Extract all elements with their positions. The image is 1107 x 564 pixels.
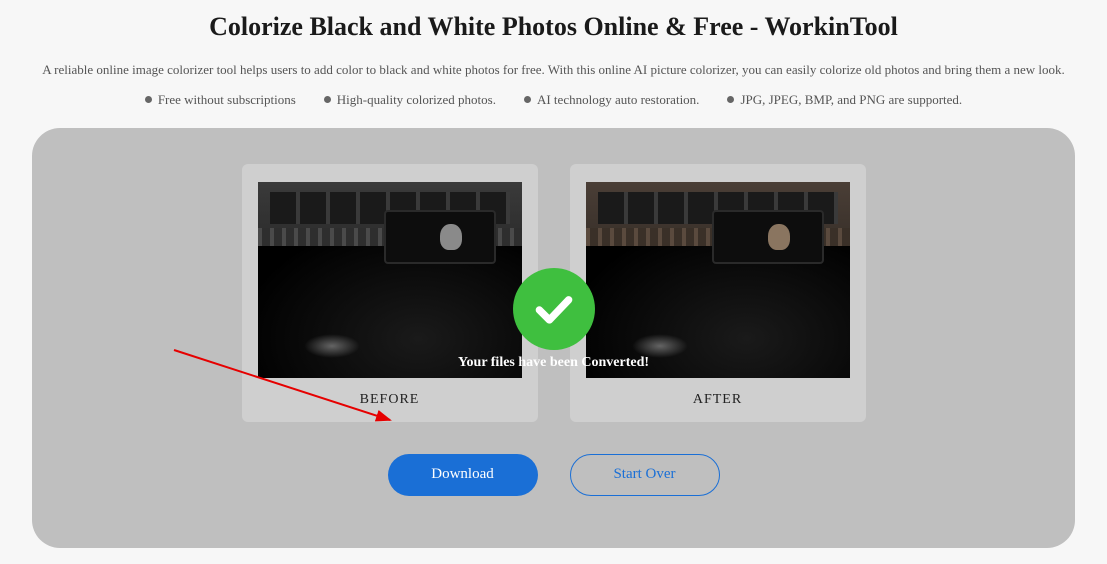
after-card: AFTER (570, 164, 866, 422)
result-panel: BEFORE AFTER Your files have been Conver… (32, 128, 1075, 548)
bullet-icon (324, 96, 331, 103)
feature-text: AI technology auto restoration. (537, 92, 699, 108)
action-buttons: Download Start Over (72, 454, 1035, 496)
success-message: Your files have been Converted! (458, 355, 649, 371)
feature-text: Free without subscriptions (158, 92, 296, 108)
feature-item: JPG, JPEG, BMP, and PNG are supported. (727, 92, 962, 108)
bullet-icon (524, 96, 531, 103)
after-image (586, 182, 850, 378)
checkmark-icon (532, 287, 576, 331)
success-badge (513, 268, 595, 350)
feature-item: AI technology auto restoration. (524, 92, 699, 108)
before-image (258, 182, 522, 378)
start-over-button[interactable]: Start Over (570, 454, 720, 496)
features-list: Free without subscriptions High-quality … (20, 92, 1087, 108)
page-title: Colorize Black and White Photos Online &… (20, 12, 1087, 42)
after-label: AFTER (586, 392, 850, 408)
page-description: A reliable online image colorizer tool h… (20, 60, 1087, 80)
bullet-icon (145, 96, 152, 103)
download-button[interactable]: Download (388, 454, 538, 496)
feature-item: High-quality colorized photos. (324, 92, 496, 108)
feature-text: High-quality colorized photos. (337, 92, 496, 108)
before-card: BEFORE (242, 164, 538, 422)
feature-text: JPG, JPEG, BMP, and PNG are supported. (740, 92, 962, 108)
feature-item: Free without subscriptions (145, 92, 296, 108)
bullet-icon (727, 96, 734, 103)
before-label: BEFORE (258, 392, 522, 408)
